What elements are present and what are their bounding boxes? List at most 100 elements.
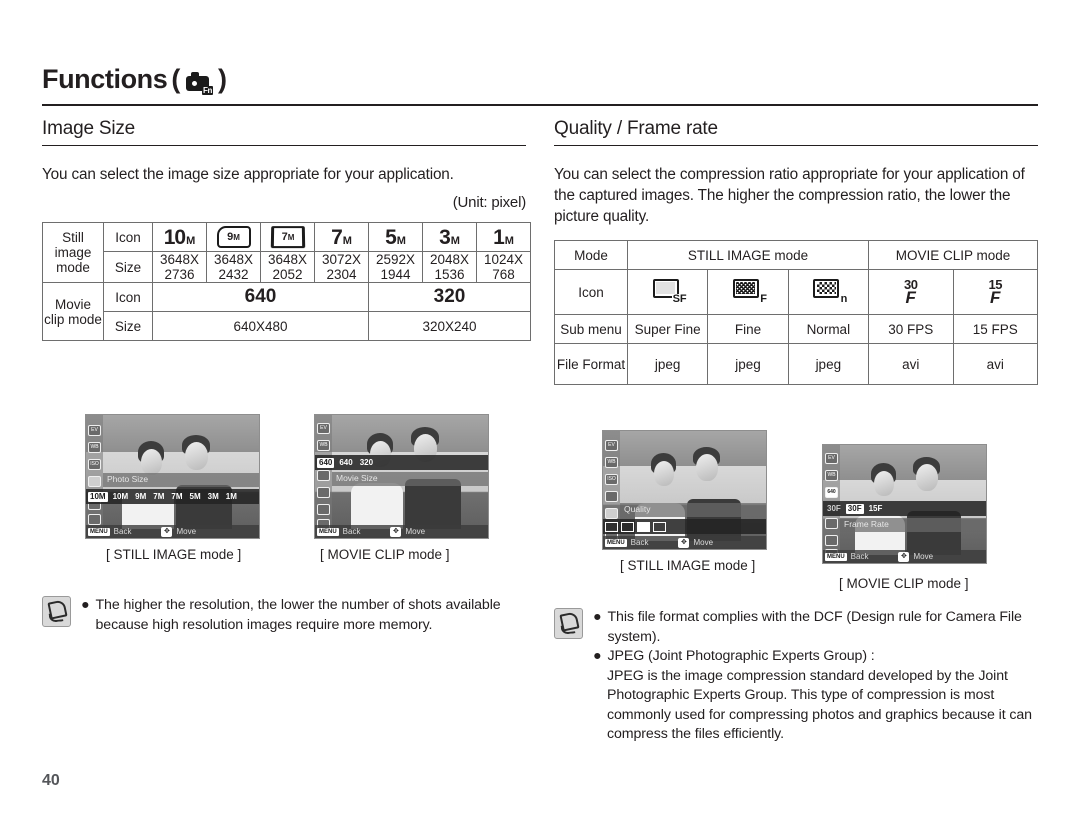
lcd-screenshot-quality: EV WB ISO Quality MENU Back ✥ Move <box>602 430 767 550</box>
lcd-option[interactable]: 10M <box>111 492 131 502</box>
quality-icon-cell: n <box>787 269 870 315</box>
manual-page: Functions ( Fn ) Image Size You can sele… <box>0 0 1080 815</box>
sidebar-icon-wb[interactable]: WB <box>605 457 618 468</box>
lcd-option[interactable]: 30F <box>825 504 843 514</box>
note-pencil-icon <box>42 596 71 627</box>
sidebar-icon-ev[interactable]: EV <box>825 453 838 464</box>
submenu-cell: Fine <box>707 314 789 344</box>
dpad-icon[interactable]: ✥ <box>161 526 173 537</box>
fn-label: Fn <box>202 86 213 95</box>
size-value-cell: 1024X 768 <box>476 251 531 283</box>
sidebar-icon-photo-size[interactable] <box>605 491 618 502</box>
sidebar-icon-movie-size[interactable]: 640 <box>825 487 838 498</box>
dpad-icon[interactable]: ✥ <box>898 551 910 562</box>
page-title-text: Functions <box>42 64 168 94</box>
fileformat-row-label: File Format <box>554 343 628 385</box>
dpad-icon[interactable]: ✥ <box>390 526 402 537</box>
right-screenshots: EV WB ISO Quality MENU Back ✥ Move EV WB… <box>554 430 1038 591</box>
quality-fine-icon: F <box>732 278 767 305</box>
bullet-glyph: ● <box>593 609 602 625</box>
lcd-option-selected[interactable] <box>637 521 650 532</box>
lcd-option[interactable] <box>621 521 634 532</box>
lcd-option-row: 30F 30F 15F <box>823 501 986 516</box>
caption-still-image-mode: [ STILL IMAGE mode ] <box>106 547 242 562</box>
table-row: Sub menu Super Fine Fine Normal 30 FPS 1… <box>554 314 1038 344</box>
lcd-option[interactable]: 1M <box>224 492 239 502</box>
lcd-option-selected[interactable]: 10M <box>88 491 108 502</box>
note-left: ● The higher the resolution, the lower t… <box>42 596 526 635</box>
back-label: Back <box>630 538 649 547</box>
lcd-option-selected[interactable]: 640 <box>317 457 335 468</box>
right-column: Quality / Frame rate You can select the … <box>554 118 1038 742</box>
lcd-footer: MENU Back ✥ Move <box>86 525 259 538</box>
lcd-option[interactable]: 15F <box>867 504 885 514</box>
dpad-icon[interactable]: ✥ <box>678 537 690 548</box>
sidebar-icon-iso[interactable]: ISO <box>605 474 618 485</box>
sidebar-icon-photo-size[interactable] <box>88 476 101 487</box>
sidebar-icon-ev[interactable]: EV <box>317 423 330 434</box>
lcd-sidebar: EV WB ISO <box>86 415 103 538</box>
sidebar-icon-focus[interactable] <box>825 535 838 546</box>
page-number: 40 <box>42 772 60 789</box>
lcd-option-row <box>603 519 766 534</box>
menu-button[interactable]: MENU <box>88 527 110 536</box>
size-value-cell: 2592X 1944 <box>368 251 423 283</box>
mode-group-still: STILL IMAGE mode <box>627 240 869 270</box>
lcd-option[interactable]: 7M <box>169 492 184 502</box>
left-column: Image Size You can select the image size… <box>42 118 531 633</box>
sidebar-icon-quality[interactable] <box>605 508 618 519</box>
paren-open: ( <box>171 64 180 94</box>
lcd-option[interactable] <box>653 521 666 532</box>
size-value-cell: 2048X 1536 <box>422 251 477 283</box>
sidebar-icon-metering[interactable] <box>825 518 838 529</box>
sidebar-icon-metering[interactable] <box>88 514 101 525</box>
lcd-option-selected[interactable]: 30F <box>845 503 864 514</box>
lcd-option[interactable] <box>605 521 618 532</box>
lcd-option[interactable]: 640 <box>337 458 354 468</box>
size-value-cell: 3648X 2432 <box>206 251 261 283</box>
size-value-cell: 3072X 2304 <box>314 251 369 283</box>
menu-button[interactable]: MENU <box>317 527 339 536</box>
sidebar-icon-wb[interactable]: WB <box>317 440 330 451</box>
sidebar-icon-frame-rate[interactable] <box>317 470 330 481</box>
format-cell: jpeg <box>626 343 709 385</box>
sidebar-icon-wb[interactable]: WB <box>88 442 101 453</box>
left-screenshots: EV WB ISO Photo Size 10M 10M 9M 7M 7M 5M… <box>42 414 526 562</box>
image-size-intro: You can select the image size appropriat… <box>42 166 454 183</box>
sidebar-icon-ev[interactable]: EV <box>88 425 101 436</box>
format-cell: avi <box>868 343 954 385</box>
size-icon-cell: 9M <box>206 222 261 252</box>
sidebar-icon-ev[interactable]: EV <box>605 440 618 451</box>
mode-label: Mode <box>554 240 628 270</box>
lcd-menu-title: Photo Size <box>103 473 259 487</box>
lcd-option[interactable]: 3M <box>206 492 221 502</box>
fps-icon-cell: 15 F <box>952 269 1038 315</box>
lcd-screenshot-movie-size: EV WB 640 640 320 Movie Size MENU Back ✥ <box>314 414 489 539</box>
lcd-option[interactable]: 320 <box>358 458 375 468</box>
camera-fn-icon: Fn <box>185 72 213 95</box>
lcd-option[interactable]: 5M <box>188 492 203 502</box>
size-icon-cell: 1M <box>476 222 531 252</box>
menu-button[interactable]: MENU <box>825 552 847 561</box>
note-continuation: JPEG is the image compression standard d… <box>607 667 1032 743</box>
fps-15-icon: 15 F <box>988 277 1003 307</box>
quality-frame-rate-table: Mode STILL IMAGE mode MOVIE CLIP mode Ic… <box>554 240 1038 385</box>
sidebar-icon-wb[interactable]: WB <box>825 470 838 481</box>
sidebar-icon-metering[interactable] <box>317 487 330 498</box>
bullet-glyph: ● <box>593 648 602 664</box>
table-row: Size 3648X 2736 3648X 2432 3648X 2052 3072X… <box>43 251 531 283</box>
table-row: Movie clip mode Icon 640 320 <box>42 282 531 341</box>
format-cell: jpeg <box>787 343 870 385</box>
move-label: Move <box>693 538 714 547</box>
back-label: Back <box>342 527 361 536</box>
menu-button[interactable]: MENU <box>605 538 627 547</box>
sidebar-icon-iso[interactable]: ISO <box>88 459 101 470</box>
submenu-cell: 15 FPS <box>952 314 1038 344</box>
sidebar-icon-focus[interactable] <box>317 504 330 515</box>
lcd-option[interactable]: 9M <box>133 492 148 502</box>
lcd-option[interactable]: 7M <box>151 492 166 502</box>
icon-row-label: Icon <box>103 222 153 252</box>
back-label: Back <box>850 552 869 561</box>
size-icon-cell: 5M <box>368 222 423 252</box>
submenu-cell: 30 FPS <box>868 314 954 344</box>
